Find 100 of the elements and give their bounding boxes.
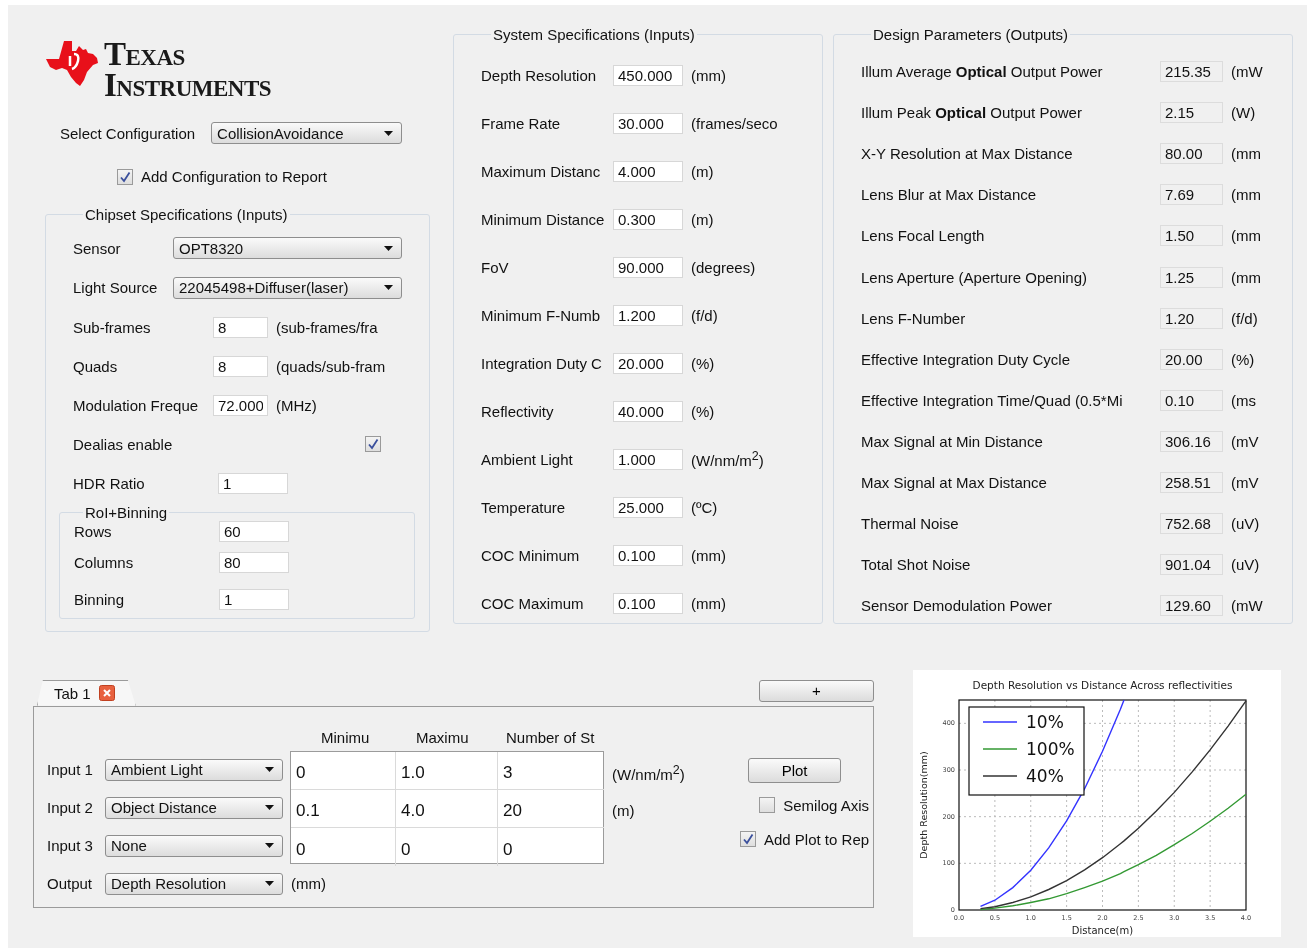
group-title: Chipset Specifications (Inputs) [84,205,289,223]
close-icon[interactable] [98,685,115,701]
unit-label: (mV [1230,432,1260,450]
output-field[interactable]: 1.50 [1160,225,1223,247]
dropdown[interactable]: 22045498+Diffuser(laser) [173,276,402,299]
input-field[interactable]: 1.200 [613,304,683,326]
table-cell[interactable]: 0 [498,827,604,866]
input-field[interactable]: 0.100 [613,544,683,566]
field-label: Effective Integration Time/Quad (0.5*Mi [861,391,1124,409]
unit-label: (mW [1230,63,1264,81]
dropdown[interactable]: Depth Resolution [105,872,283,895]
unit-label: (MHz) [275,396,318,414]
input-field[interactable]: 30.000 [613,112,683,134]
output-field[interactable]: 901.04 [1160,554,1223,576]
input-field[interactable]: 60 [219,521,289,542]
checkbox[interactable] [365,436,381,452]
output-field[interactable]: 0.10 [1160,389,1223,411]
field-label: X-Y Resolution at Max Distance [861,145,1074,163]
output-field[interactable]: 20.00 [1160,348,1223,370]
dropdown[interactable]: None [105,834,283,857]
table-cell[interactable]: 0 [396,827,498,866]
input-field[interactable]: 0.100 [613,592,683,614]
tab[interactable]: Tab 1 [37,679,136,706]
field-label: Select Configuration [60,124,196,142]
output-field[interactable]: 215.35 [1160,61,1223,83]
output-field[interactable]: 306.16 [1160,430,1223,452]
field-label: Columns [74,553,135,571]
output-field[interactable]: 258.51 [1160,472,1223,493]
input-field[interactable]: 1 [219,588,289,610]
table-cell[interactable]: 3 [498,751,604,790]
input-field[interactable]: 8 [213,355,268,377]
output-field[interactable]: 129.60 [1160,595,1223,617]
checkbox[interactable] [117,168,133,185]
checkbox-label[interactable]: Semilog Axis [783,796,870,814]
field-label: Modulation Freque [73,396,200,414]
legend-label: 100% [1026,738,1075,759]
dropdown[interactable]: Object Distance [105,796,283,819]
field-label: Maximum Distanc [481,162,602,180]
unit-label: (W/nm/m$^{2}$) [611,761,686,783]
table-cell[interactable]: 0 [291,751,396,790]
table-cell[interactable]: 20 [498,789,604,828]
output-field[interactable]: 7.69 [1160,184,1223,206]
field-label: Rows [74,523,113,540]
unit-label: (quads/sub-fram [275,357,387,375]
field-label: Reflectivity [481,402,555,420]
group-title: RoI+Binning [84,505,169,520]
field-label: COC Maximum [481,594,585,612]
dropdown[interactable]: CollisionAvoidance [211,122,403,144]
unit-label: (%) [690,402,716,420]
input-field[interactable]: 8 [213,316,268,338]
unit-label: (mm) [690,66,727,84]
dropdown[interactable]: OPT8320 [173,237,402,260]
input-field[interactable]: 25.000 [613,496,683,518]
axis-label: Distance(m) [1071,924,1134,936]
input-field[interactable]: 4.000 [613,160,683,182]
unit-label: (%) [690,354,716,372]
checkbox-label[interactable]: Add Configuration to Report [141,168,327,185]
field-label: Output [47,875,94,892]
input-field[interactable]: 40.000 [613,400,683,422]
caret-icon [265,767,274,772]
input-field[interactable]: 80 [219,551,289,573]
unit-label: (m) [690,162,715,180]
output-field[interactable]: 2.15 [1160,102,1223,124]
checkbox[interactable] [759,797,776,813]
checkbox-label[interactable]: Add Plot to Rep [764,830,870,848]
dropdown[interactable]: Ambient Light [105,758,283,781]
logo-icon [46,39,98,87]
field-label: Depth Resolution [481,66,598,84]
input-field[interactable]: 1 [218,472,288,494]
field-label: Thermal Noise [861,515,960,533]
output-field[interactable]: 1.25 [1160,266,1223,288]
input-field[interactable]: 72.000 [213,394,268,416]
unit-label: (mm [1230,268,1262,286]
input-field[interactable]: 1.000 [613,448,683,470]
checkbox[interactable] [740,831,756,847]
field-label: Total Shot Noise [861,556,972,574]
input-field[interactable]: 450.000 [613,64,683,86]
input-field[interactable]: 0.300 [613,208,683,230]
field-label: Illum Peak Optical Output Power [861,104,1083,122]
unit-label: (mm) [690,546,727,564]
output-field[interactable]: 80.00 [1160,143,1223,165]
plot-button[interactable]: Plot [748,757,842,783]
table-cell[interactable]: 0 [291,827,396,866]
input-field[interactable]: 90.000 [613,256,683,278]
unit-label: (mm [1230,186,1262,204]
field-label: FoV [481,258,510,276]
table-cell[interactable]: 4.0 [396,789,498,828]
table-cell[interactable]: 1.0 [396,751,498,790]
input-field[interactable]: 20.000 [613,352,683,374]
unit-label: (degrees) [690,258,757,276]
unit-label: (f/d) [690,306,719,324]
table-cell[interactable]: 0.1 [291,789,396,828]
group-title: Design Parameters (Outputs) [872,26,1070,43]
field-label: Frame Rate [481,114,562,132]
group-title: System Specifications (Inputs) [492,26,696,43]
output-field[interactable]: 752.68 [1160,513,1223,535]
legend-label: 10% [1026,711,1064,732]
add-tab-button[interactable]: + [759,679,874,702]
output-field[interactable]: 1.20 [1160,307,1223,329]
field-label: Binning [74,590,126,608]
